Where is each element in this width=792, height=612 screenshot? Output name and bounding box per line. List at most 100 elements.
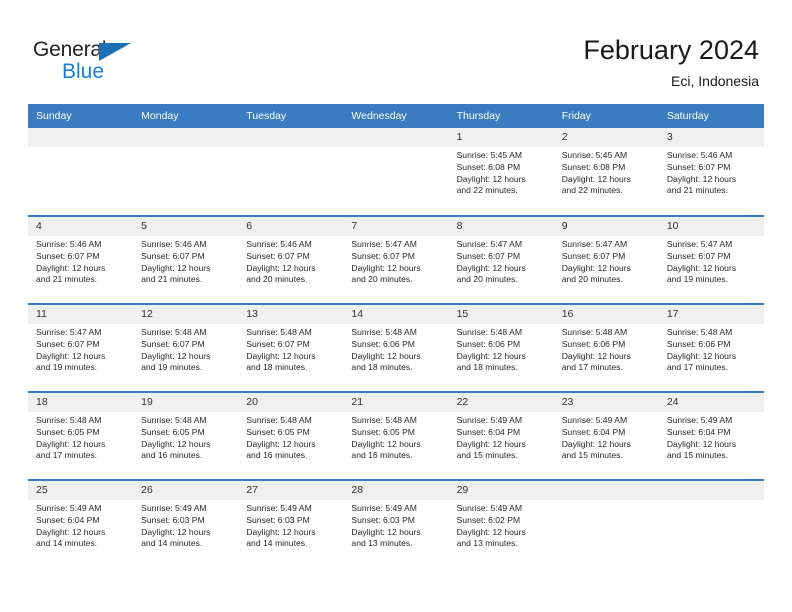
day-details: Sunrise: 5:48 AM Sunset: 6:06 PM Daylight:… — [343, 324, 448, 374]
day-number: 24 — [658, 393, 764, 412]
day-cell-25[interactable]: 25 Sunrise: 5:49 AM Sunset: 6:04 PM Dayligh… — [28, 479, 134, 568]
day-cell-29[interactable]: 29 Sunrise: 5:49 AM Sunset: 6:02 PM Dayligh… — [448, 479, 554, 568]
day-cell-9[interactable]: 9 Sunrise: 5:47 AM Sunset: 6:07 PM Daylight… — [553, 215, 659, 304]
day-detail-line: Daylight: 12 hours — [141, 438, 211, 449]
day-detail-line: Sunrise: 5:49 AM — [456, 503, 523, 513]
day-detail-line: Sunrise: 5:49 AM — [246, 503, 312, 513]
day-detail-line: and 13 minutes. — [456, 538, 518, 549]
day-cell-19[interactable]: 19 Sunrise: 5:48 AM Sunset: 6:05 PM Dayligh… — [133, 391, 239, 480]
day-detail-line: Sunset: 6:07 PM — [36, 250, 100, 261]
day-cell-16[interactable]: 16 Sunrise: 5:48 AM Sunset: 6:06 PM Dayligh… — [553, 303, 659, 392]
day-detail-line: and 20 minutes. — [456, 274, 518, 285]
day-detail-line: Sunrise: 5:48 AM — [351, 415, 417, 425]
day-details: Sunrise: 5:48 AM Sunset: 6:06 PM Daylight:… — [449, 324, 554, 374]
day-detail-line: Sunset: 6:07 PM — [141, 250, 205, 261]
day-detail-line: Daylight: 12 hours — [456, 438, 526, 449]
weekday-header-monday: Monday — [133, 104, 239, 128]
calendar-week-row: 4 Sunrise: 5:46 AM Sunset: 6:07 PM Daylight… — [28, 215, 764, 304]
day-detail-line: and 19 minutes. — [141, 362, 203, 373]
day-details: Sunrise: 5:49 AM Sunset: 6:03 PM Daylight:… — [343, 500, 448, 550]
day-detail-line: Sunset: 6:05 PM — [246, 426, 310, 437]
day-cell-14[interactable]: 14 Sunrise: 5:48 AM Sunset: 6:06 PM Dayligh… — [343, 303, 449, 392]
day-detail-line: and 19 minutes. — [36, 362, 98, 373]
day-detail-line: Sunrise: 5:47 AM — [351, 239, 417, 249]
day-detail-line: and 14 minutes. — [141, 538, 203, 549]
day-number — [133, 128, 239, 147]
day-detail-line: and 15 minutes. — [666, 450, 728, 461]
calendar-week-row: 11 Sunrise: 5:47 AM Sunset: 6:07 PM Dayligh… — [28, 303, 764, 392]
day-detail-line: Sunset: 6:07 PM — [666, 161, 731, 172]
day-cell-10[interactable]: 10 Sunrise: 5:47 AM Sunset: 6:07 PM Dayligh… — [658, 215, 764, 304]
day-detail-line: Sunrise: 5:48 AM — [561, 327, 628, 337]
day-detail-line: Sunset: 6:03 PM — [351, 514, 415, 525]
day-cell-empty — [133, 128, 239, 216]
day-detail-line: Daylight: 12 hours — [36, 350, 106, 361]
day-cell-22[interactable]: 22 Sunrise: 5:49 AM Sunset: 6:04 PM Dayligh… — [448, 391, 554, 480]
day-cell-4[interactable]: 4 Sunrise: 5:46 AM Sunset: 6:07 PM Daylight… — [28, 215, 134, 304]
day-detail-line: Sunset: 6:05 PM — [351, 426, 415, 437]
day-cell-empty — [238, 128, 344, 216]
day-detail-line: and 18 minutes. — [246, 362, 308, 373]
day-details: Sunrise: 5:47 AM Sunset: 6:07 PM Daylight:… — [554, 236, 659, 286]
day-cell-23[interactable]: 23 Sunrise: 5:49 AM Sunset: 6:04 PM Dayligh… — [553, 391, 659, 480]
day-detail-line: Daylight: 12 hours — [141, 526, 211, 537]
day-number: 16 — [553, 305, 659, 324]
day-cell-18[interactable]: 18 Sunrise: 5:48 AM Sunset: 6:05 PM Dayligh… — [28, 391, 134, 480]
day-cell-26[interactable]: 26 Sunrise: 5:49 AM Sunset: 6:03 PM Dayligh… — [133, 479, 239, 568]
day-detail-line: and 20 minutes. — [246, 274, 308, 285]
day-detail-line: Daylight: 12 hours — [456, 350, 526, 361]
day-details: Sunrise: 5:49 AM Sunset: 6:04 PM Daylight:… — [554, 412, 659, 462]
day-cell-20[interactable]: 20 Sunrise: 5:48 AM Sunset: 6:05 PM Dayligh… — [238, 391, 344, 480]
day-detail-line: and 20 minutes. — [561, 274, 623, 285]
day-number: 4 — [28, 217, 134, 236]
day-cell-13[interactable]: 13 Sunrise: 5:48 AM Sunset: 6:07 PM Dayligh… — [238, 303, 344, 392]
day-detail-line: Sunrise: 5:49 AM — [456, 415, 523, 425]
day-cell-11[interactable]: 11 Sunrise: 5:47 AM Sunset: 6:07 PM Dayligh… — [28, 303, 134, 392]
title-block: February 2024 Eci, Indonesia — [583, 34, 759, 91]
day-cell-5[interactable]: 5 Sunrise: 5:46 AM Sunset: 6:07 PM Daylight… — [133, 215, 239, 304]
day-detail-line: Sunrise: 5:45 AM — [561, 150, 628, 160]
day-details: Sunrise: 5:49 AM Sunset: 6:03 PM Daylight:… — [133, 500, 238, 550]
day-cell-28[interactable]: 28 Sunrise: 5:49 AM Sunset: 6:03 PM Dayligh… — [343, 479, 449, 568]
day-detail-line: and 15 minutes. — [561, 450, 623, 461]
day-detail-line: Sunrise: 5:47 AM — [36, 327, 102, 337]
day-number: 27 — [238, 481, 344, 500]
day-cell-6[interactable]: 6 Sunrise: 5:46 AM Sunset: 6:07 PM Daylight… — [238, 215, 344, 304]
day-detail-line: and 21 minutes. — [141, 274, 203, 285]
day-number: 14 — [343, 305, 449, 324]
day-detail-line: Daylight: 12 hours — [36, 438, 106, 449]
page-title: February 2024 — [583, 35, 759, 65]
day-cell-24[interactable]: 24 Sunrise: 5:49 AM Sunset: 6:04 PM Dayligh… — [658, 391, 764, 480]
day-cell-27[interactable]: 27 Sunrise: 5:49 AM Sunset: 6:03 PM Dayligh… — [238, 479, 344, 568]
day-cell-17[interactable]: 17 Sunrise: 5:48 AM Sunset: 6:06 PM Dayligh… — [658, 303, 764, 392]
day-cell-7[interactable]: 7 Sunrise: 5:47 AM Sunset: 6:07 PM Daylight… — [343, 215, 449, 304]
day-detail-line: and 17 minutes. — [561, 362, 623, 373]
day-detail-line: Daylight: 12 hours — [456, 526, 526, 537]
day-detail-line: Sunrise: 5:47 AM — [456, 239, 523, 249]
day-detail-line: Sunset: 6:06 PM — [351, 338, 415, 349]
day-cell-1[interactable]: 1 Sunrise: 5:45 AM Sunset: 6:08 PM Daylight… — [448, 128, 554, 216]
day-details: Sunrise: 5:45 AM Sunset: 6:08 PM Daylight:… — [554, 147, 659, 197]
day-number: 18 — [28, 393, 134, 412]
day-details: Sunrise: 5:49 AM Sunset: 6:02 PM Daylight:… — [449, 500, 554, 550]
day-detail-line: Daylight: 12 hours — [561, 350, 631, 361]
logo-text-blue: Blue — [62, 60, 105, 83]
day-cell-8[interactable]: 8 Sunrise: 5:47 AM Sunset: 6:07 PM Daylight… — [448, 215, 554, 304]
day-cell-2[interactable]: 2 Sunrise: 5:45 AM Sunset: 6:08 PM Daylight… — [553, 128, 659, 216]
day-cell-3[interactable]: 3 Sunrise: 5:46 AM Sunset: 6:07 PM Daylight… — [658, 128, 764, 216]
day-cell-15[interactable]: 15 Sunrise: 5:48 AM Sunset: 6:06 PM Dayligh… — [448, 303, 554, 392]
day-details: Sunrise: 5:49 AM Sunset: 6:04 PM Daylight:… — [659, 412, 764, 462]
day-details: Sunrise: 5:48 AM Sunset: 6:05 PM Daylight:… — [343, 412, 448, 462]
day-number: 2 — [553, 128, 659, 147]
day-number: 10 — [658, 217, 764, 236]
day-detail-line: and 16 minutes. — [351, 450, 413, 461]
day-details: Sunrise: 5:49 AM Sunset: 6:03 PM Daylight:… — [238, 500, 343, 550]
day-detail-line: Sunset: 6:06 PM — [561, 338, 626, 349]
day-detail-line: and 16 minutes. — [141, 450, 203, 461]
day-details: Sunrise: 5:48 AM Sunset: 6:06 PM Daylight:… — [554, 324, 659, 374]
day-cell-21[interactable]: 21 Sunrise: 5:48 AM Sunset: 6:05 PM Dayligh… — [343, 391, 449, 480]
day-number: 9 — [553, 217, 659, 236]
day-detail-line: Sunset: 6:07 PM — [36, 338, 100, 349]
day-detail-line: Sunset: 6:08 PM — [456, 161, 521, 172]
day-cell-12[interactable]: 12 Sunrise: 5:48 AM Sunset: 6:07 PM Dayligh… — [133, 303, 239, 392]
